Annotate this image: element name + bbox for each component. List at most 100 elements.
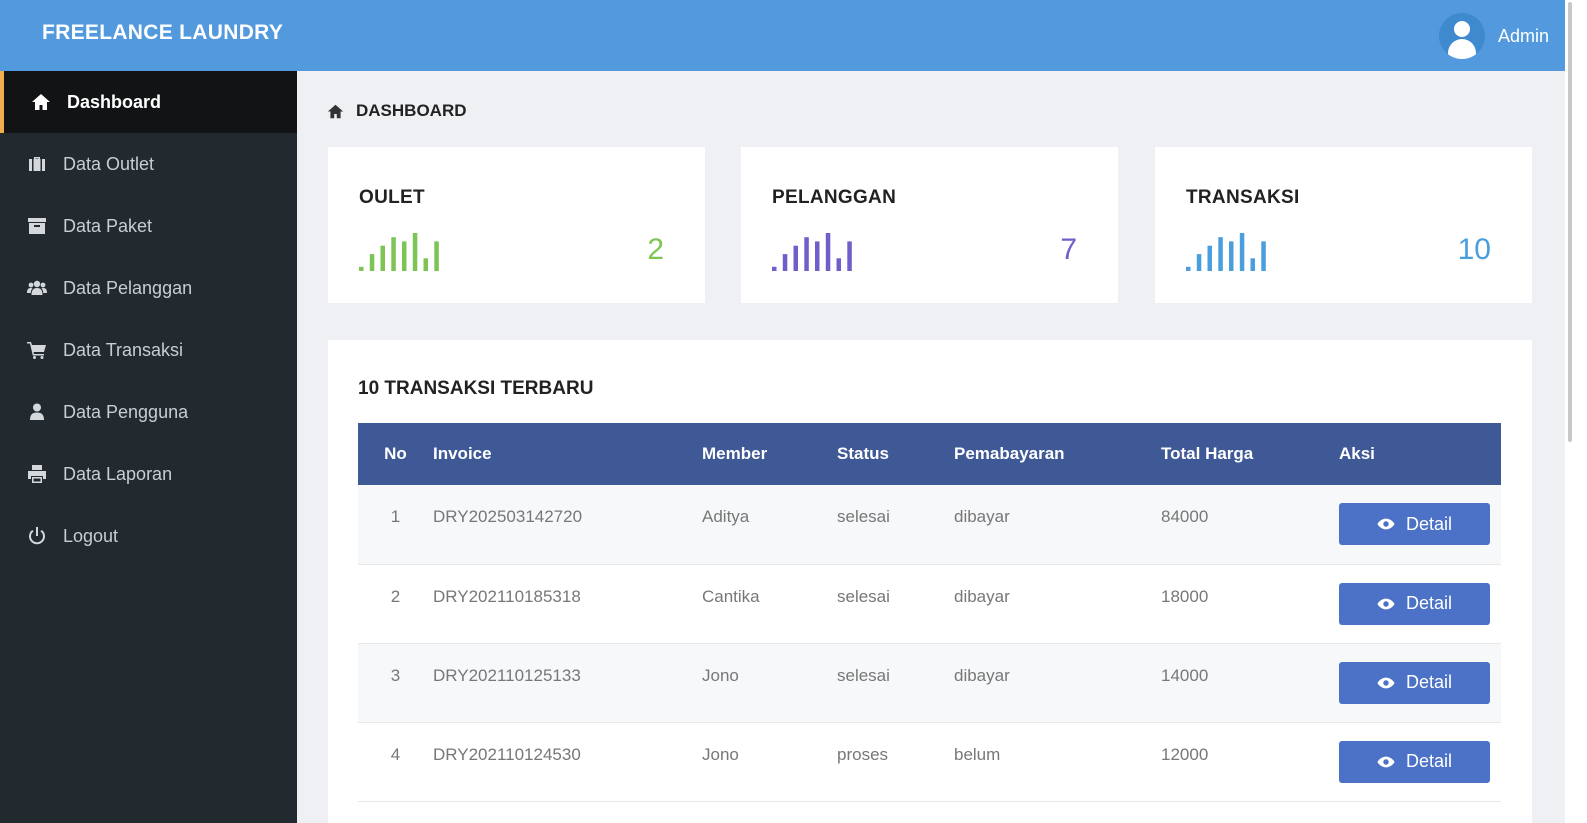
cell-member: Jono [702, 665, 739, 685]
stat-value: 2 [647, 233, 664, 266]
detail-button[interactable]: Detail [1339, 582, 1490, 625]
cell-member: Aditya [702, 507, 750, 526]
sparkline-bar [1207, 245, 1212, 271]
sparkline-bar [1261, 241, 1266, 271]
column-header-total: Total Harga [1161, 444, 1254, 463]
sparkline-chart [772, 233, 852, 271]
cell-status: selesai [837, 507, 890, 526]
home-icon [327, 104, 344, 118]
scrollbar[interactable] [1565, 0, 1587, 823]
cell-payment: dibayar [954, 665, 1010, 685]
scrollbar-thumb[interactable] [1568, 2, 1572, 442]
stat-card-outlet: OULET 2 [328, 147, 705, 303]
sidebar-item-data-transaksi[interactable]: Data Transaksi [0, 319, 297, 381]
sidebar-item-label: Dashboard [67, 91, 162, 112]
column-header-no: No [384, 444, 407, 463]
cell-no: 3 [390, 665, 401, 685]
sidebar-item-label: Data Pengguna [63, 401, 189, 422]
sidebar-item-data-pelanggan[interactable]: Data Pelanggan [0, 257, 297, 319]
sparkline-bar [423, 258, 428, 271]
sidebar: Dashboard Data Outlet Data Paket Data Pe… [0, 71, 297, 823]
eye-icon [1377, 756, 1395, 767]
sidebar-item-dashboard[interactable]: Dashboard [0, 71, 297, 133]
main-content: DASHBOARD OULET 2 PELANGGAN 7 TRANSAKSI … [297, 71, 1565, 823]
sparkline-bar [412, 233, 418, 271]
cell-invoice: DRY202503142720 [433, 507, 583, 526]
avatar[interactable] [1438, 13, 1485, 59]
cell-total: 14000 [1161, 665, 1209, 685]
briefcase-icon [27, 154, 47, 174]
sparkline-bar [1218, 237, 1223, 271]
detail-button[interactable]: Detail [1339, 661, 1490, 704]
table-row: 3 DRY202110125133 Jono selesai dibayar 1… [358, 643, 1501, 722]
table-header-row: No Invoice Member Status Pemabayaran Tot… [358, 423, 1501, 485]
sparkline-bar [815, 241, 820, 271]
table-row: 1 DRY202503142720 Aditya selesai dibayar… [358, 485, 1501, 564]
archive-icon [27, 216, 47, 236]
cell-member: Cantika [702, 586, 760, 606]
sparkline-bar [380, 245, 385, 271]
cell-status: selesai [837, 586, 890, 606]
detail-button[interactable]: Detail [1339, 740, 1490, 783]
sidebar-item-label: Logout [63, 525, 119, 546]
sidebar-item-logout[interactable]: Logout [0, 505, 297, 567]
cell-status: proses [837, 744, 889, 764]
sparkline-bar [1186, 266, 1191, 271]
sparkline-bar [391, 237, 396, 271]
sparkline-bar [772, 266, 777, 271]
detail-button[interactable]: Detail [1339, 503, 1490, 545]
user-icon [27, 402, 47, 422]
sparkline-bar [402, 241, 407, 271]
cell-action: Detail [1339, 485, 1501, 564]
sparkline-bar [1229, 241, 1234, 271]
transactions-table: No Invoice Member Status Pemabayaran Tot… [358, 423, 1501, 802]
cell-payment: dibayar [954, 507, 1010, 526]
stat-card-transaksi: TRANSAKSI 10 [1155, 147, 1532, 303]
detail-button-label: Detail [1405, 513, 1453, 534]
sparkline-bar [804, 237, 809, 271]
cart-icon [27, 340, 47, 360]
page-title: DASHBOARD [356, 101, 467, 120]
sidebar-item-label: Data Transaksi [63, 339, 184, 360]
stat-title: TRANSAKSI [1186, 187, 1300, 208]
user-menu[interactable]: Admin [1438, 13, 1549, 59]
sparkline-bar [825, 233, 831, 271]
print-icon [27, 464, 47, 484]
column-header-status: Status [837, 444, 889, 463]
detail-button-label: Detail [1405, 593, 1453, 613]
sidebar-item-label: Data Paket [63, 215, 153, 236]
cell-total: 18000 [1161, 586, 1209, 606]
cell-total: 12000 [1161, 744, 1209, 764]
sidebar-item-data-outlet[interactable]: Data Outlet [0, 133, 297, 195]
brand-title[interactable]: FREELANCE LAUNDRY [42, 21, 283, 45]
sidebar-item-label: Data Pelanggan [63, 277, 193, 298]
cell-payment: dibayar [954, 586, 1010, 606]
sidebar-item-data-pengguna[interactable]: Data Pengguna [0, 381, 297, 443]
sidebar-item-data-paket[interactable]: Data Paket [0, 195, 297, 257]
stat-title: OULET [359, 187, 425, 208]
sidebar-item-data-laporan[interactable]: Data Laporan [0, 443, 297, 505]
column-header-action: Aksi [1339, 444, 1375, 463]
cell-no: 2 [390, 586, 401, 606]
eye-icon [1377, 518, 1395, 530]
cell-action: Detail [1339, 722, 1501, 801]
sparkline-bar [782, 254, 788, 271]
sparkline-bar [359, 266, 364, 271]
stat-card-pelanggan: PELANGGAN 7 [741, 147, 1118, 303]
cell-no: 1 [390, 507, 401, 526]
cell-payment: belum [954, 744, 1001, 764]
cell-status: selesai [837, 665, 890, 685]
users-icon [27, 278, 47, 298]
sidebar-item-label: Data Outlet [63, 153, 155, 174]
user-name[interactable]: Admin [1498, 26, 1549, 47]
sparkline-bar [1196, 254, 1202, 271]
detail-button-label: Detail [1405, 672, 1453, 692]
eye-icon [1377, 677, 1395, 688]
sparkline-bar [1250, 258, 1255, 271]
stat-value: 10 [1457, 233, 1491, 266]
cell-action: Detail [1339, 564, 1501, 643]
top-navbar: FREELANCE LAUNDRY Admin [0, 0, 1565, 71]
breadcrumb: DASHBOARD [327, 101, 467, 121]
column-header-payment: Pemabayaran [954, 444, 1065, 463]
transactions-panel: 10 TRANSAKSI TERBARU No Invoice Member S… [328, 340, 1532, 823]
